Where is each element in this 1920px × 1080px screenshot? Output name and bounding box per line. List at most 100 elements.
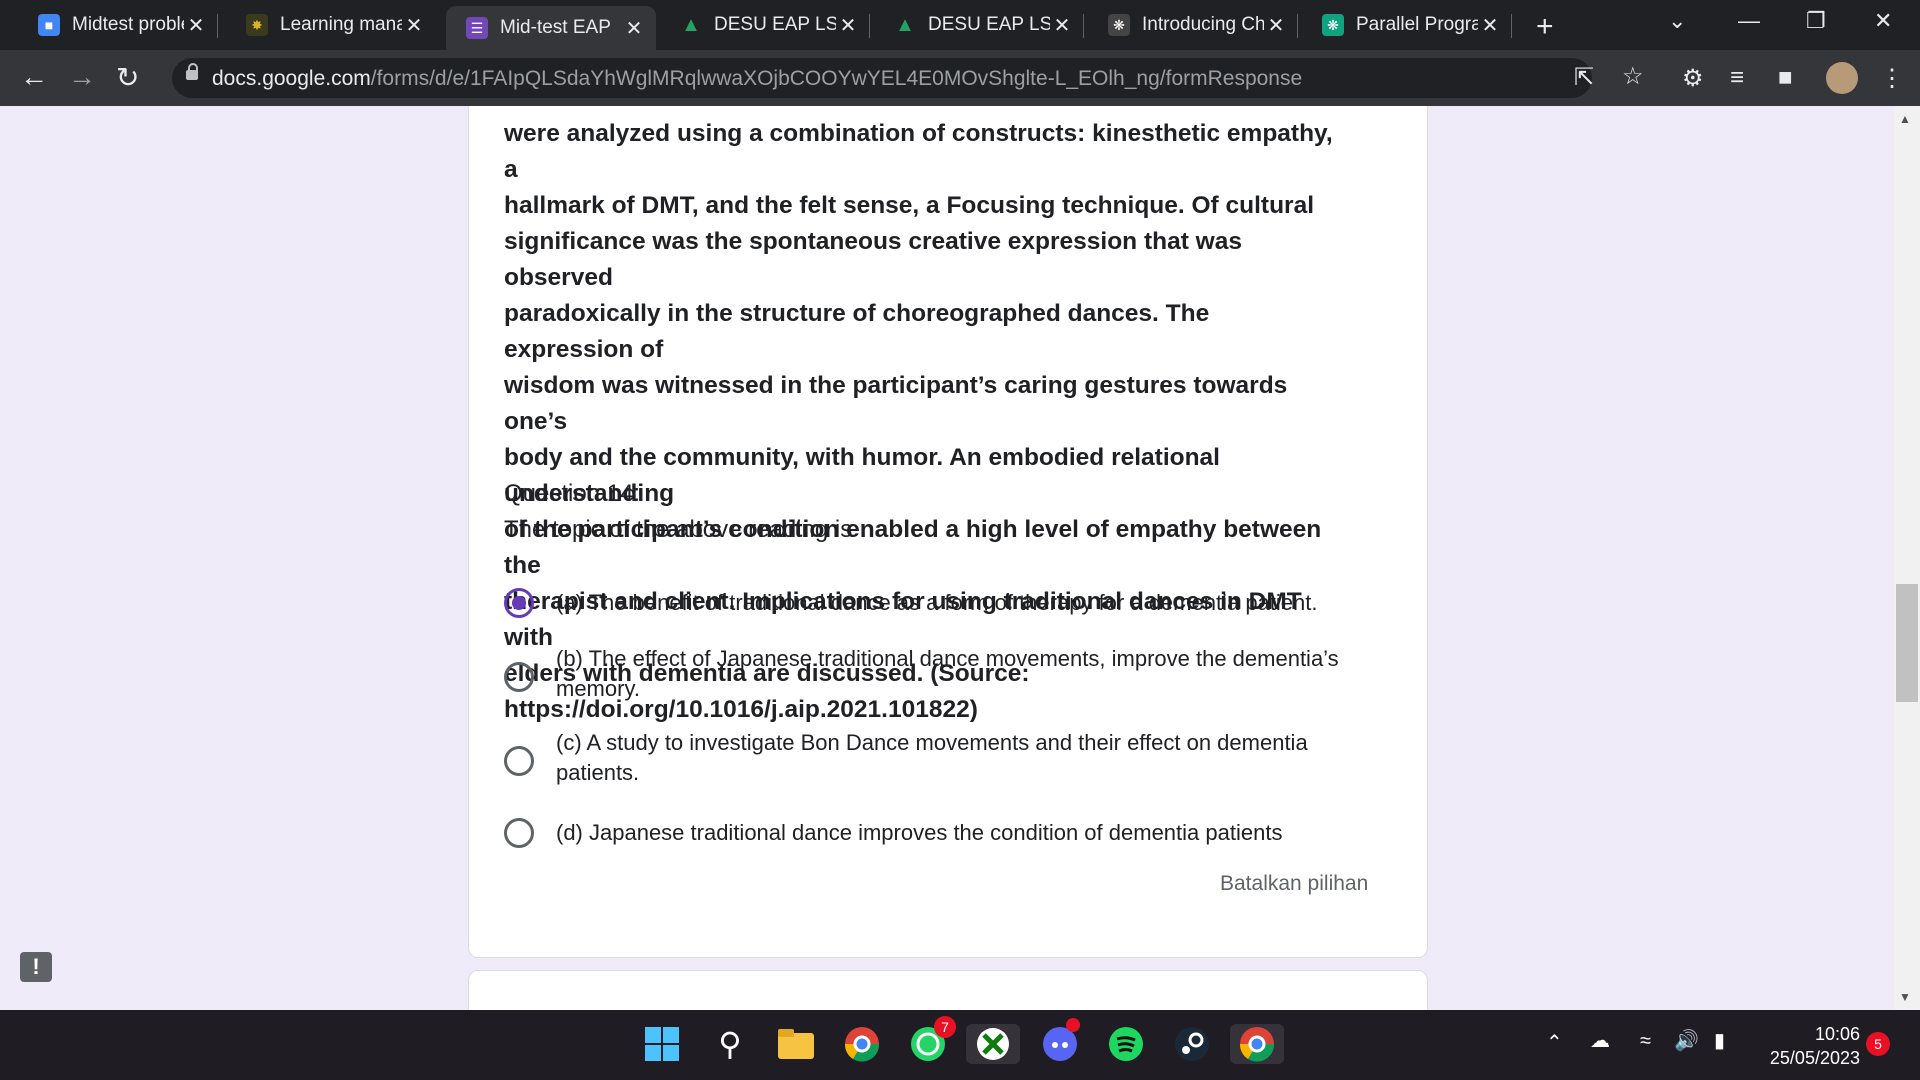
passage-line: significance was the spontaneous creativ…	[504, 228, 1242, 291]
radio-button[interactable]	[504, 818, 534, 848]
discord-icon[interactable]	[1040, 1018, 1080, 1064]
browser-tab[interactable]: ■ Midtest proble ✕	[18, 6, 218, 44]
steam-icon[interactable]	[1172, 1024, 1212, 1064]
close-icon[interactable]: ✕	[1264, 13, 1288, 38]
tab-title: Parallel Prograi	[1356, 14, 1478, 35]
browser-tab[interactable]: ❋ Parallel Prograi ✕	[1302, 6, 1512, 44]
reading-passage: were analyzed using a combination of con…	[504, 116, 1344, 728]
system-clock[interactable]: 10:06 25/05/2023	[1756, 1022, 1860, 1070]
tab-title: DESU EAP LS M	[928, 14, 1050, 35]
page-content: were analyzed using a combination of con…	[0, 106, 1920, 1010]
scroll-down-icon[interactable]: ▼	[1899, 990, 1911, 1004]
menu-icon[interactable]: ⋮	[1880, 64, 1904, 93]
browser-tab[interactable]: ✸ Learning mana ✕	[226, 6, 436, 44]
clock-date: 25/05/2023	[1769, 1048, 1860, 1068]
close-icon[interactable]: ✕	[1050, 13, 1074, 38]
passage-line: paradoxically in the structure of choreo…	[504, 300, 1210, 363]
side-panel-icon[interactable]: ■	[1778, 64, 1793, 92]
volume-icon[interactable]: 🔊	[1674, 1028, 1699, 1053]
lock-icon	[186, 63, 198, 80]
clock-time: 10:06	[1814, 1024, 1860, 1044]
new-tab-button[interactable]: +	[1536, 10, 1554, 44]
option-label: (a) The benefit of traditional dance as …	[556, 590, 1318, 615]
browser-tab-active[interactable]: ☰ Mid-test EAP ✕	[446, 6, 656, 50]
radio-button[interactable]	[504, 662, 534, 692]
restore-icon[interactable]: ❐	[1806, 8, 1826, 34]
whatsapp-icon[interactable]: 7	[908, 1016, 956, 1064]
discord-badge-dot	[1066, 1018, 1080, 1032]
openai-icon: ❋	[1108, 14, 1130, 36]
radio-button[interactable]	[504, 746, 534, 776]
tab-title: Learning mana	[280, 14, 402, 35]
radio-selected[interactable]	[504, 588, 534, 618]
forward-icon[interactable]: →	[68, 61, 96, 93]
minimize-icon[interactable]: —	[1738, 8, 1760, 34]
close-icon[interactable]: ✕	[622, 16, 646, 41]
browser-tab[interactable]: ▲ DESU EAP LS M ✕	[874, 6, 1084, 44]
tab-search-icon[interactable]: ⌄	[1668, 8, 1686, 34]
reading-list-icon[interactable]: ≡	[1730, 64, 1744, 92]
drive-icon: ▲	[895, 13, 915, 36]
tab-title: DESU EAP LS M	[714, 14, 836, 35]
close-icon[interactable]: ✕	[836, 13, 860, 38]
bookmark-star-icon[interactable]: ☆	[1622, 62, 1644, 91]
option-label: (d) Japanese traditional dance improves …	[556, 820, 1283, 845]
windows-start-icon[interactable]	[642, 1024, 682, 1064]
window-close-icon[interactable]: ✕	[1874, 8, 1892, 34]
close-icon[interactable]: ✕	[184, 13, 208, 38]
tab-title: Midtest proble	[72, 14, 184, 35]
close-icon[interactable]: ✕	[402, 13, 426, 38]
tab-title: Mid-test EAP	[500, 17, 611, 38]
tab-strip: ■ Midtest proble ✕ ✸ Learning mana ✕ ☰ M…	[0, 0, 1920, 50]
openai-icon: ❋	[1322, 14, 1344, 36]
search-icon[interactable]: ⚲	[710, 1024, 750, 1064]
browser-toolbar: ← → ↻ docs.google.com/forms/d/e/1FAIpQLS…	[0, 50, 1920, 106]
emblem-icon: ✸	[246, 14, 268, 36]
passage-line: hallmark of DMT, and the felt sense, a F…	[504, 192, 1314, 219]
drive-icon: ▲	[681, 13, 701, 36]
chrome-profile-icon[interactable]	[1230, 1024, 1284, 1064]
browser-tab[interactable]: ▲ DESU EAP LS M ✕	[660, 6, 870, 44]
extensions-icon[interactable]: ⚙	[1682, 64, 1704, 93]
scrollbar-thumb[interactable]	[1896, 584, 1918, 702]
file-explorer-icon[interactable]	[776, 1024, 816, 1064]
question-text: The topic of the above reading is	[504, 516, 853, 543]
chevron-up-icon[interactable]: ⌃	[1546, 1030, 1563, 1055]
url-text: docs.google.com/forms/d/e/1FAIpQLSdaYhWg…	[212, 67, 1302, 91]
cloud-icon[interactable]: ☁	[1590, 1028, 1610, 1053]
passage-line: wisdom was witnessed in the participant’…	[504, 372, 1288, 435]
share-icon[interactable]: ⇱	[1574, 63, 1594, 92]
profile-avatar[interactable]	[1826, 62, 1858, 94]
wifi-icon[interactable]: ≈	[1640, 1030, 1651, 1053]
next-question-card	[468, 970, 1428, 1010]
back-icon[interactable]: ←	[20, 61, 48, 93]
feedback-icon[interactable]: !	[20, 952, 52, 982]
close-icon[interactable]: ✕	[1478, 13, 1502, 38]
url-path: /forms/d/e/1FAIpQLSdaYhWglMRqlwwaXOjbCOO…	[370, 67, 1303, 90]
option-d[interactable]: (d) Japanese traditional dance improves …	[504, 818, 1346, 848]
option-a[interactable]: (a) The benefit of traditional dance as …	[504, 588, 1346, 618]
url-host: docs.google.com	[212, 67, 371, 90]
option-label: (c) A study to investigate Bon Dance mov…	[556, 730, 1308, 785]
tab-title: Introducing Ch	[1142, 14, 1264, 35]
scrollbar[interactable]	[1894, 106, 1920, 1010]
xbox-icon[interactable]	[966, 1024, 1020, 1064]
option-c[interactable]: (c) A study to investigate Bon Dance mov…	[504, 728, 1346, 788]
reload-icon[interactable]: ↻	[116, 61, 139, 94]
scroll-up-icon[interactable]: ▲	[1899, 112, 1911, 126]
person-icon: ■	[38, 14, 60, 36]
spotify-icon[interactable]	[1106, 1024, 1146, 1064]
passage-line: were analyzed using a combination of con…	[504, 120, 1333, 183]
address-bar[interactable]: docs.google.com/forms/d/e/1FAIpQLSdaYhWg…	[172, 58, 1644, 98]
option-label: (b) The effect of Japanese traditional d…	[556, 646, 1339, 701]
whatsapp-badge: 7	[934, 1016, 956, 1038]
taskbar: ⚲ 7 ⌃ ☁ ≈ 🔊 ▮ 10:06 25/05/2023 5	[0, 1010, 1920, 1080]
question-number: Question 14:	[504, 480, 641, 507]
option-b[interactable]: (b) The effect of Japanese traditional d…	[504, 644, 1346, 704]
clear-selection-button[interactable]: Batalkan pilihan	[1220, 872, 1368, 896]
browser-tab[interactable]: ❋ Introducing Ch ✕	[1088, 6, 1298, 44]
chrome-icon[interactable]	[842, 1024, 882, 1064]
forms-icon: ☰	[466, 17, 488, 39]
notification-badge[interactable]: 5	[1866, 1032, 1890, 1056]
battery-icon[interactable]: ▮	[1714, 1028, 1725, 1053]
